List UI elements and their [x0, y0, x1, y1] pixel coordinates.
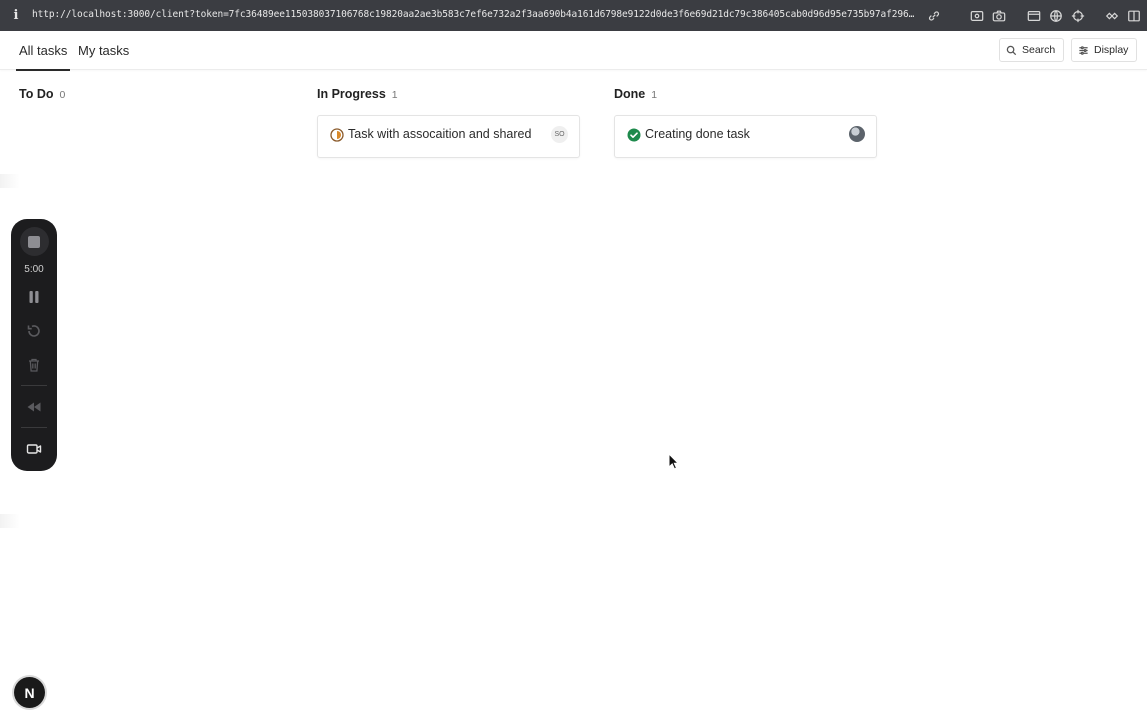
globe-icon[interactable]: [1048, 8, 1063, 23]
display-button[interactable]: Display: [1071, 38, 1138, 62]
column-title: To Do: [19, 87, 54, 101]
info-icon[interactable]: i: [0, 0, 32, 31]
tab-all-tasks[interactable]: All tasks: [15, 43, 71, 71]
display-button-label: Display: [1094, 44, 1129, 56]
sidebar-icon[interactable]: [1126, 8, 1141, 23]
browser-address-bar: i http://localhost:3000/client?token=7fc…: [0, 0, 1147, 31]
stop-recording-button[interactable]: [11, 227, 57, 256]
camera-icon[interactable]: [991, 8, 1006, 23]
task-title: Task with assocaition and shared: [348, 127, 532, 141]
divider: [21, 385, 47, 386]
search-button-label: Search: [1022, 44, 1056, 56]
screen-record-icon[interactable]: [969, 8, 984, 23]
extensions-icon[interactable]: [1104, 8, 1119, 23]
recording-toolbar: 5:00: [11, 219, 57, 471]
assignee-badge[interactable]: SO: [551, 126, 568, 143]
restart-button[interactable]: [11, 322, 57, 340]
video-camera-icon: [26, 444, 42, 454]
task-card[interactable]: Creating done task: [614, 115, 877, 158]
mouse-cursor-icon: [668, 453, 680, 470]
search-icon: [1006, 45, 1017, 55]
divider: [21, 427, 47, 428]
window-icon[interactable]: [1026, 8, 1041, 23]
search-button[interactable]: Search: [999, 38, 1065, 62]
pause-button[interactable]: [11, 288, 57, 306]
edge-artifact: [0, 514, 20, 528]
stop-icon: [19, 227, 49, 256]
trash-icon: [29, 358, 39, 372]
url-field[interactable]: http://localhost:3000/client?token=7fc36…: [32, 9, 918, 20]
restart-icon: [27, 325, 40, 337]
app-header: All tasks My tasks Search Display: [0, 31, 1147, 71]
camera-toggle-button[interactable]: [11, 440, 57, 458]
rewind-icon: [27, 402, 41, 412]
delete-recording-button[interactable]: [11, 356, 57, 374]
edge-artifact: [0, 174, 20, 188]
assignee-avatar[interactable]: [849, 126, 865, 142]
done-check-icon[interactable]: [627, 128, 641, 142]
display-settings-icon: [1079, 45, 1088, 55]
column-count: 0: [59, 89, 66, 101]
column-title: Done: [614, 87, 646, 101]
column-header-in-progress: In Progress 1: [317, 87, 398, 101]
pause-icon: [29, 291, 39, 303]
link-icon[interactable]: [926, 8, 941, 23]
in-progress-icon[interactable]: [330, 128, 344, 142]
recording-timer: 5:00: [24, 263, 44, 275]
column-header-todo: To Do 0: [19, 87, 65, 101]
column-title: In Progress: [317, 87, 386, 101]
task-title: Creating done task: [645, 127, 750, 141]
rewind-button[interactable]: [11, 398, 57, 416]
column-header-done: Done 1: [614, 87, 657, 101]
column-count: 1: [651, 89, 658, 101]
task-card[interactable]: Task with assocaition and shared SO: [317, 115, 580, 158]
next-dev-badge[interactable]: N: [14, 677, 45, 708]
crosshair-icon[interactable]: [1070, 8, 1085, 23]
tab-my-tasks[interactable]: My tasks: [78, 43, 129, 58]
column-count: 1: [391, 89, 398, 101]
